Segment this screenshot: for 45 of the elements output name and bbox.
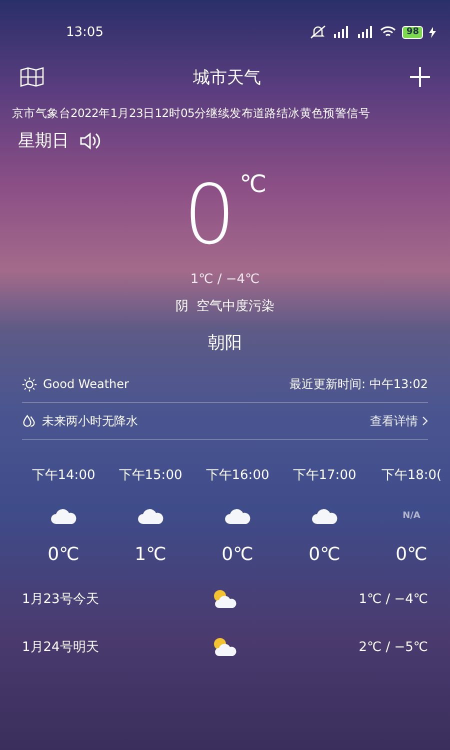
mute-icon [310, 25, 326, 39]
cloud-icon [136, 506, 164, 526]
hour-temperature: 1℃ [134, 544, 166, 565]
status-time: 13:05 [66, 24, 104, 40]
hour-temperature: 0℃ [396, 544, 428, 565]
cloud-icon [50, 506, 78, 526]
info-text: 未来两小时无降水 [42, 412, 138, 430]
forecast-date: 1月23号今天 [22, 591, 100, 608]
map-icon[interactable] [20, 67, 44, 87]
raindrop-icon [22, 414, 36, 428]
current-temperature: 0 [183, 167, 236, 265]
page-title: 城市天气 [193, 66, 261, 88]
add-icon[interactable] [410, 67, 430, 87]
temperature-range: 1℃ / −4℃ [190, 272, 260, 287]
hour-time: 下午17:00 [292, 467, 356, 484]
forecast-date: 1月24号明天 [22, 639, 100, 656]
update-time: 最近更新时间: 中午13:02 [290, 376, 428, 392]
hour-time: 下午15:00 [118, 467, 182, 484]
info-text: Good Weather [43, 377, 129, 391]
sun-icon [22, 376, 37, 392]
signal-icon [356, 26, 374, 38]
speaker-icon[interactable] [79, 130, 101, 150]
hour-time: 下午14:00 [32, 467, 96, 484]
forecast-range: 2℃ / −5℃ [358, 640, 428, 654]
hour-temperature: 0℃ [308, 544, 340, 565]
hour-time: 下午18:0( [381, 467, 442, 484]
forecast-range: 1℃ / −4℃ [358, 592, 428, 606]
weather-condition: 阴 空气中度污染 [175, 298, 275, 315]
weekday: 星期日 [18, 130, 69, 152]
sun-behind-cloud-icon [212, 589, 238, 609]
temperature-unit: ℃ [240, 170, 267, 198]
hour-temperature: 0℃ [48, 544, 80, 565]
warning-ticker[interactable]: 京市气象台2022年1月23日12时05分继续发布道路结冰黄色预警信号 [0, 92, 450, 121]
hour-time: 下午16:00 [206, 467, 270, 484]
details-link[interactable]: 查看详情 [370, 412, 428, 430]
unavailable-label: N/A [402, 511, 420, 521]
cloud-icon [224, 506, 252, 526]
wifi-icon [380, 26, 396, 38]
signal-icon [332, 26, 350, 38]
location-name: 朝阳 [208, 332, 242, 354]
battery-level: 98 [402, 26, 423, 38]
chevron-icon [422, 416, 428, 426]
hour-temperature: 0℃ [222, 544, 254, 565]
sun-behind-cloud-icon [212, 637, 238, 657]
cloud-icon [310, 506, 338, 526]
